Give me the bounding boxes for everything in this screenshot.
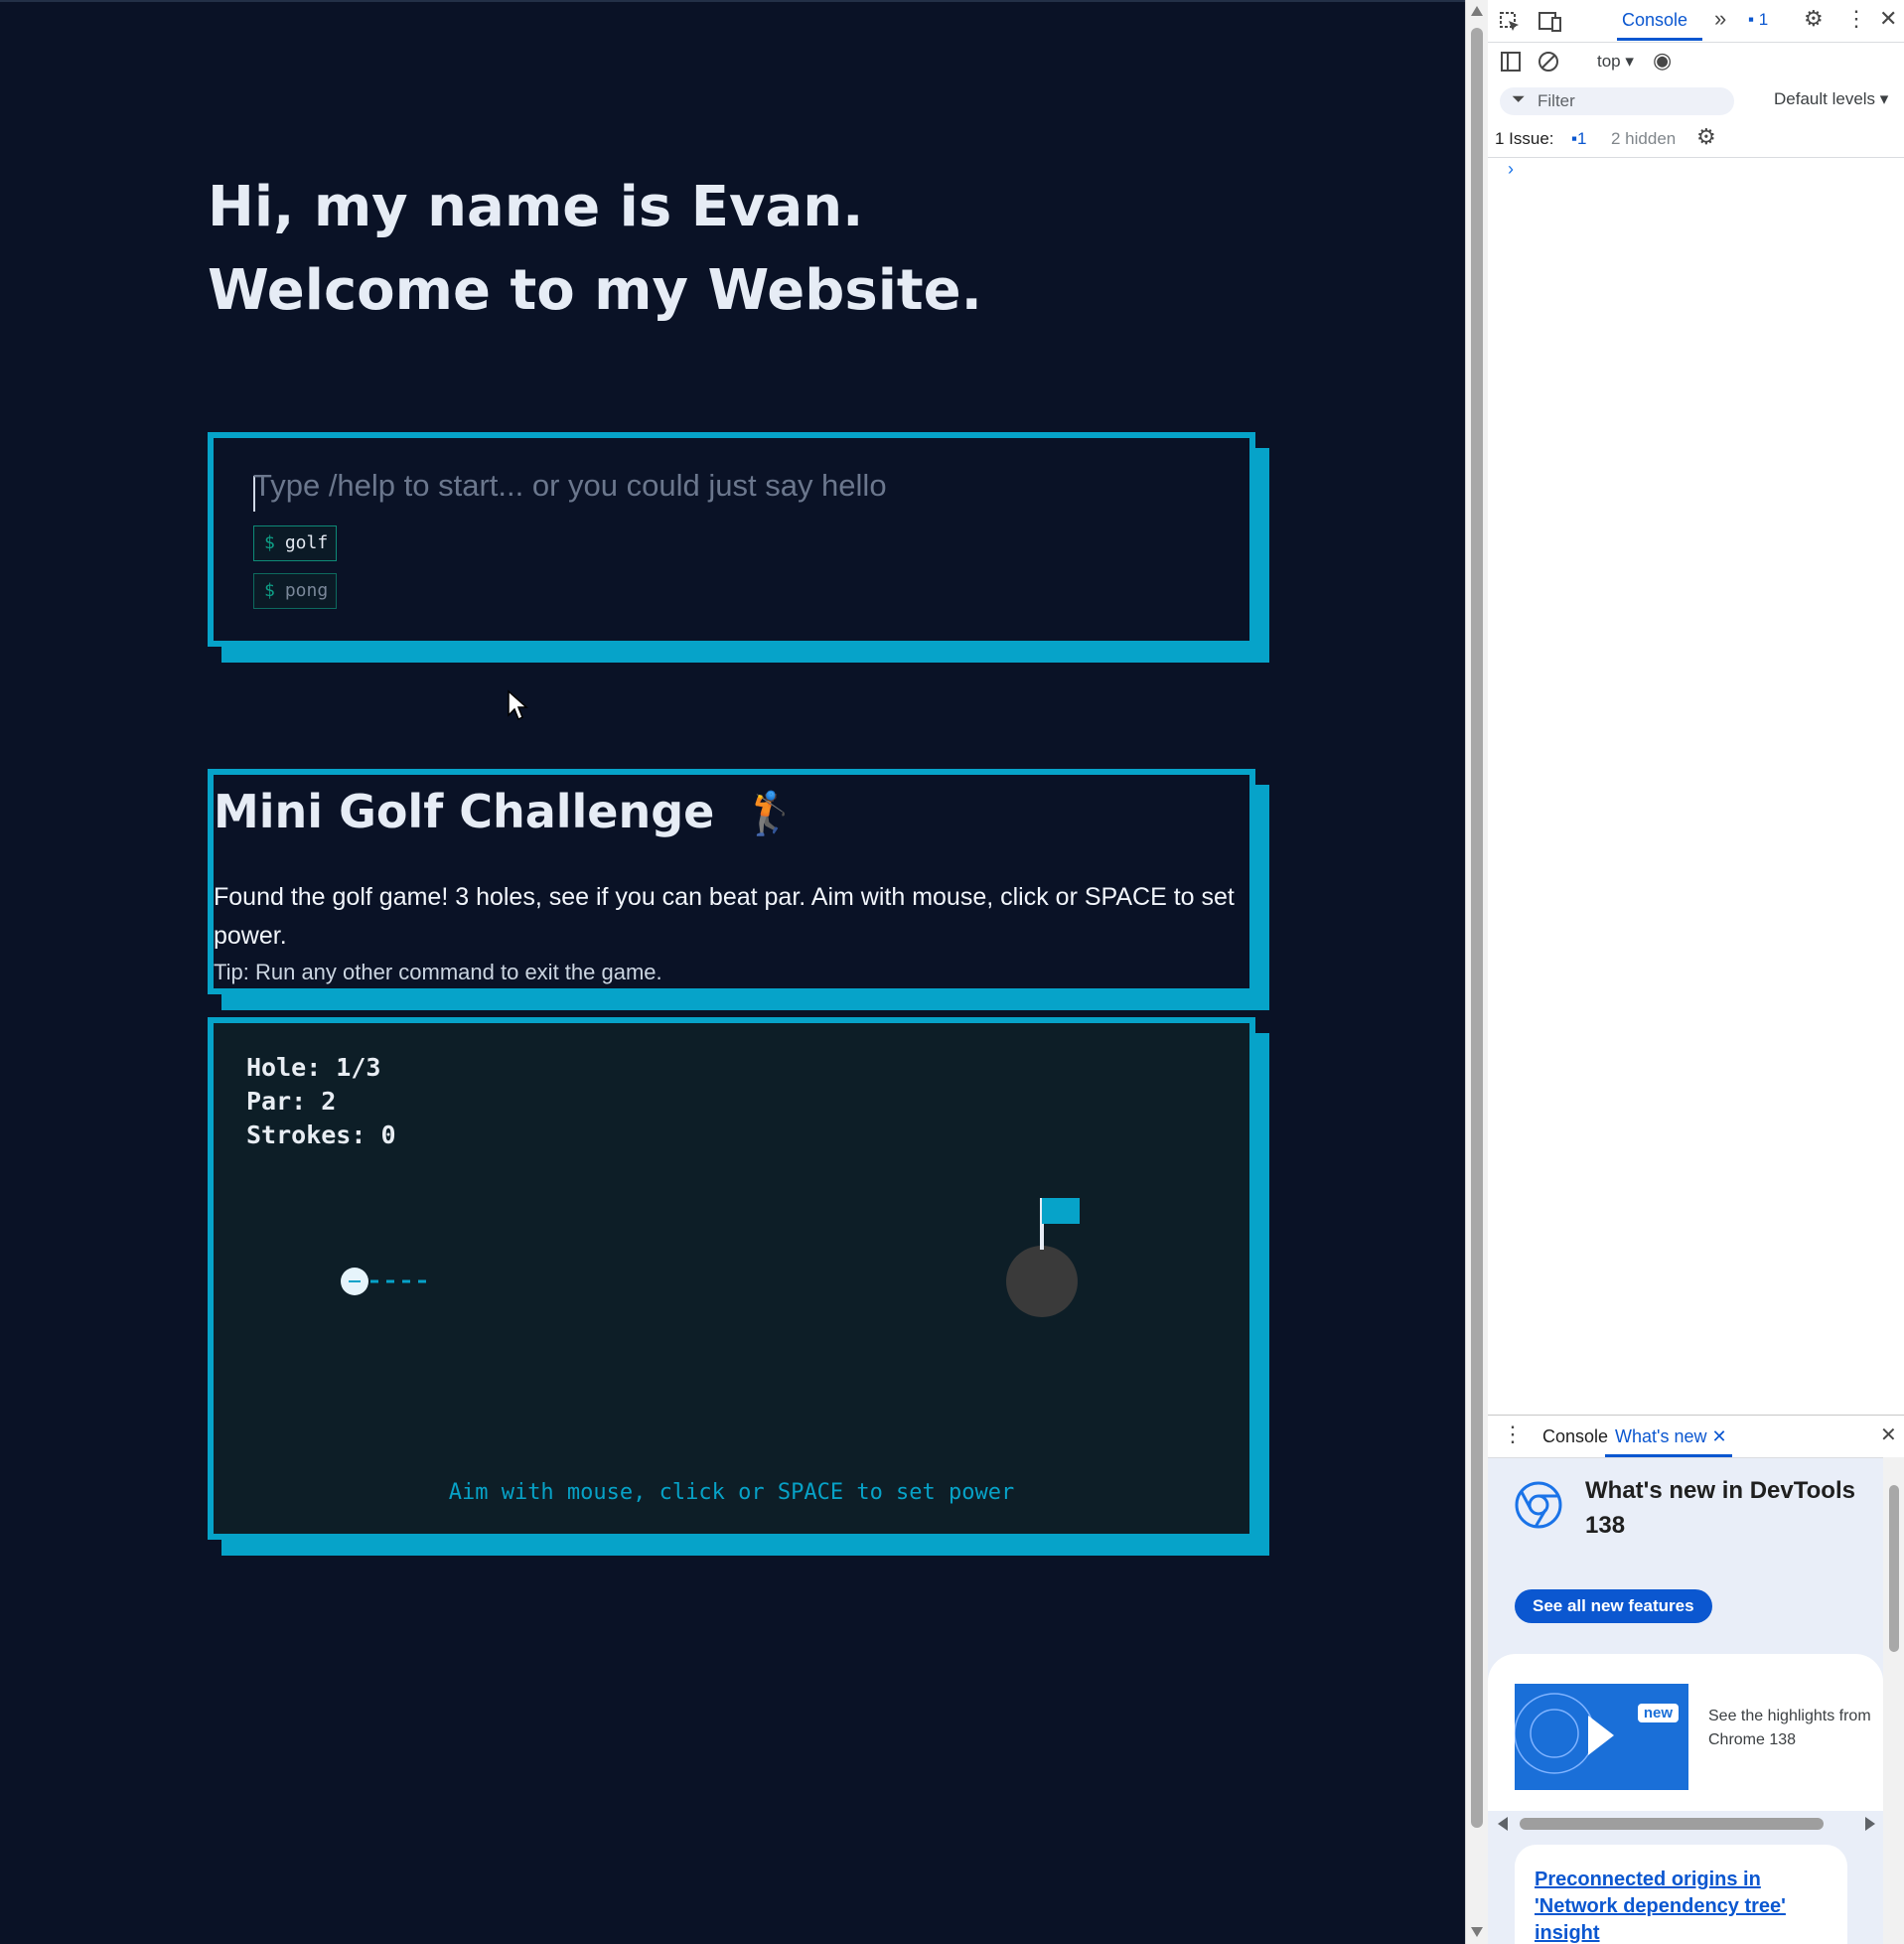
sidebar-icon[interactable] [1500, 51, 1522, 73]
feature-link-card[interactable]: Preconnected origins in 'Network depende… [1515, 1845, 1847, 1944]
more-tabs-icon[interactable]: » [1714, 6, 1726, 32]
new-badge: new [1637, 1704, 1679, 1722]
game-field[interactable] [214, 1023, 1249, 1534]
golf-tip: Tip: Run any other command to exit the g… [214, 960, 662, 984]
link-line1: Preconnected origins in [1535, 1869, 1761, 1890]
video-thumbnail[interactable]: new [1515, 1684, 1688, 1790]
terminal-panel[interactable]: Type /help to start... or you could just… [208, 432, 1255, 647]
drawer-tabs: ⋮ Console What's new ✕ ✕ [1488, 1416, 1904, 1458]
command-chip-pong[interactable]: $ pong [253, 573, 337, 609]
horizontal-scrollbar[interactable] [1488, 1811, 1883, 1835]
issue-badge-count: 1 [1577, 129, 1587, 148]
scroll-up-icon[interactable] [1471, 6, 1483, 16]
chrome-icon [1515, 1481, 1562, 1529]
highlights-line1: See the highlights from [1708, 1708, 1871, 1724]
log-levels-dropdown[interactable]: Default levels ▾ [1774, 89, 1888, 109]
hidden-count[interactable]: 2 hidden [1611, 129, 1676, 149]
mouse-cursor-icon [508, 689, 528, 721]
issues-badge[interactable]: ▪1 [1571, 129, 1587, 149]
scroll-down-icon[interactable] [1471, 1927, 1483, 1937]
hero-line-1: Hi, my name is Evan. [208, 175, 864, 239]
chevron-down-icon: ▾ [1625, 52, 1634, 71]
issues-count: 1 [1758, 10, 1769, 29]
hero-heading: Hi, my name is Evan. Welcome to my Websi… [208, 166, 982, 333]
command-chip-golf[interactable]: $ golf [253, 525, 337, 561]
hscroll-thumb[interactable] [1520, 1818, 1824, 1830]
game-hint: Aim with mouse, click or SPACE to set po… [448, 1480, 1015, 1505]
golf-description: Found the golf game! 3 holes, see if you… [214, 883, 1235, 950]
filter-icon: ⏷ [1512, 89, 1526, 108]
clear-icon[interactable] [1538, 51, 1559, 73]
gear-icon[interactable]: ⚙ [1696, 124, 1716, 150]
devtools-main-toolbar: Console » ▪ 1 ⚙ ⋮ ✕ [1488, 0, 1904, 43]
drawer-tab-console[interactable]: Console [1542, 1426, 1608, 1447]
console-toolbar: top ▾ ◉ [1488, 42, 1904, 81]
whats-new-heading-line1: What's new in DevTools [1585, 1477, 1855, 1504]
highlights-text[interactable]: See the highlights from Chrome 138 [1708, 1705, 1871, 1752]
drawer-close-icon[interactable]: ✕ [1880, 1422, 1897, 1447]
console-prompt-chevron-icon[interactable]: › [1508, 159, 1514, 180]
link-line2: 'Network dependency tree' [1535, 1895, 1786, 1917]
golf-title-text: Mini Golf Challenge [214, 785, 715, 838]
website-viewport: Hi, my name is Evan. Welcome to my Websi… [0, 0, 1465, 1944]
prompt-symbol: $ [264, 580, 275, 601]
see-all-features-button[interactable]: See all new features [1515, 1589, 1712, 1623]
golfer-emoji-icon: 🏌️ [744, 789, 797, 837]
drawer-kebab-icon[interactable]: ⋮ [1502, 1421, 1524, 1447]
scroll-right-icon[interactable] [1865, 1817, 1875, 1831]
flag-icon [1042, 1198, 1080, 1224]
issues-toolbar-badge[interactable]: ▪ 1 [1748, 10, 1768, 30]
golf-info-panel: Mini Golf Challenge 🏌️ Found the golf ga… [208, 769, 1255, 994]
device-toolbar-icon[interactable] [1538, 10, 1563, 34]
close-icon[interactable]: ✕ [1879, 6, 1897, 32]
scroll-thumb[interactable] [1471, 28, 1483, 1828]
highlights-line2: Chrome 138 [1708, 1731, 1797, 1748]
golf-game-canvas[interactable]: Hole: 1/3 Par: 2 Strokes: 0 Aim with mou… [208, 1017, 1255, 1540]
eye-icon[interactable]: ◉ [1653, 48, 1672, 74]
drawer-tab-indicator [1605, 1454, 1732, 1457]
chevron-down-icon: ▾ [1879, 89, 1889, 108]
play-icon [1588, 1716, 1614, 1755]
whats-new-heading-line2: 138 [1585, 1512, 1626, 1539]
filter-placeholder: Filter [1538, 91, 1575, 110]
drawer-scrollbar[interactable] [1883, 1457, 1904, 1944]
scroll-left-icon[interactable] [1498, 1817, 1508, 1831]
thumbnail-art [1515, 1693, 1614, 1774]
golf-title: Mini Golf Challenge 🏌️ [214, 785, 797, 838]
tab-console[interactable]: Console [1622, 10, 1687, 31]
context-selector[interactable]: top ▾ [1597, 52, 1634, 72]
issues-label: 1 Issue: [1495, 129, 1554, 148]
whats-new-heading: What's new in DevTools 138 [1585, 1473, 1855, 1543]
kebab-icon[interactable]: ⋮ [1845, 6, 1867, 32]
hero-line-2: Welcome to my Website. [208, 258, 982, 323]
terminal-input-placeholder[interactable]: Type /help to start... or you could just… [253, 468, 887, 504]
devtools-panel: Console » ▪ 1 ⚙ ⋮ ✕ top ▾ ◉ ⏷ Filter Def… [1465, 0, 1904, 1944]
issues-bar: 1 Issue: ▪1 2 hidden ⚙ [1488, 119, 1904, 158]
filter-toolbar: ⏷ Filter Default levels ▾ [1488, 81, 1904, 119]
tab-active-indicator [1617, 38, 1702, 41]
golf-hole [1006, 1246, 1078, 1317]
whats-new-label: What's new [1615, 1426, 1707, 1446]
page: Hi, my name is Evan. Welcome to my Websi… [0, 0, 1904, 1944]
issues-icon: ▪ [1748, 10, 1755, 29]
devtools-drawer: ⋮ Console What's new ✕ ✕ What's new in D… [1488, 1415, 1904, 1944]
prompt-symbol: $ [264, 532, 275, 553]
inspect-icon[interactable] [1498, 10, 1522, 34]
filter-input[interactable]: ⏷ Filter [1500, 87, 1734, 115]
levels-label: Default levels [1774, 89, 1876, 108]
command-label: golf [284, 532, 329, 553]
command-label: pong [284, 580, 329, 601]
devtools-scrollbar[interactable] [1466, 0, 1488, 1944]
feature-link[interactable]: Preconnected origins in 'Network depende… [1535, 1867, 1786, 1944]
drawer-tab-whats-new[interactable]: What's new ✕ [1615, 1426, 1727, 1447]
drawer-scroll-thumb[interactable] [1889, 1485, 1899, 1652]
close-tab-icon[interactable]: ✕ [1712, 1426, 1727, 1446]
context-label: top [1597, 52, 1621, 71]
settings-icon[interactable]: ⚙ [1804, 6, 1824, 32]
link-line3: insight [1535, 1922, 1600, 1944]
